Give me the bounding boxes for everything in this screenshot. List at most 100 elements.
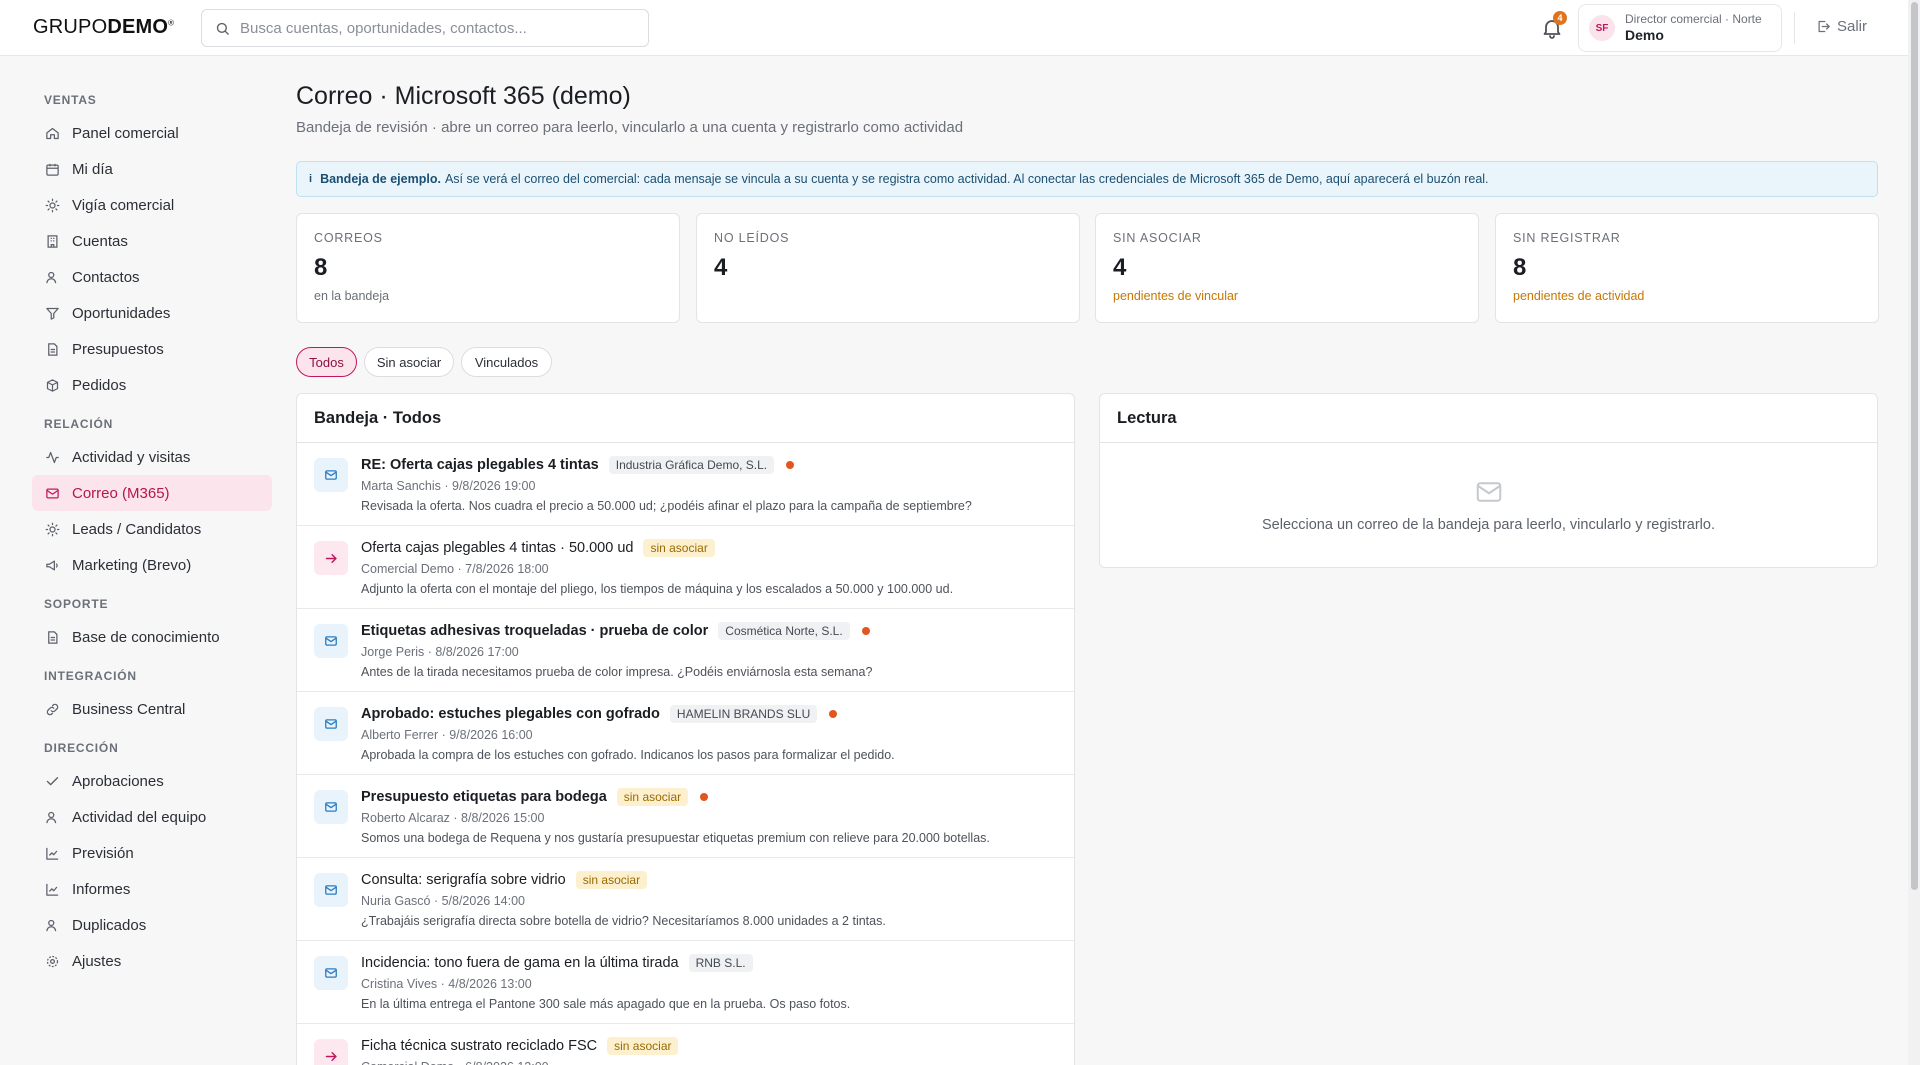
- link-icon: [44, 701, 60, 717]
- sidebar-item-marketing-brevo[interactable]: Marketing (Brevo): [32, 547, 272, 583]
- inbox-title: Bandeja · Todos: [297, 394, 1074, 443]
- arrow-right-icon: [314, 1039, 348, 1065]
- mail-account-tag: HAMELIN BRANDS SLU: [669, 705, 818, 723]
- stat-value: 8: [314, 254, 328, 281]
- unread-dot: [829, 710, 838, 718]
- stat-note: en la bandeja: [314, 289, 390, 303]
- mail-preview: En la última entrega el Pantone 300 sale…: [361, 997, 851, 1011]
- stat-card-sin-asociar: SIN ASOCIAR 4 pendientes de vincular: [1095, 213, 1479, 323]
- sidebar-item-ajustes[interactable]: Ajustes: [32, 943, 272, 979]
- sidebar-item-leads[interactable]: Leads / Candidatos: [32, 511, 272, 547]
- gear-icon: [44, 953, 60, 969]
- nav-section-relacion: RELACIÓN: [44, 417, 114, 431]
- nav-section-ventas: VENTAS: [44, 93, 97, 107]
- sidebar: VENTAS Panel comercial Mi día Vigía come…: [0, 57, 282, 1065]
- mail-subject-row: Aprobado: estuches plegables con gofrado…: [361, 705, 838, 723]
- scrollbar-thumb[interactable]: [1911, 2, 1918, 890]
- mail-icon: [314, 790, 348, 824]
- mail-subject-row: Presupuesto etiquetas para bodega sin aso…: [361, 788, 709, 806]
- mail-subject: RE: Oferta cajas plegables 4 tintas: [361, 457, 599, 473]
- mail-icon: [1476, 482, 1501, 502]
- mail-subject-row: Etiquetas adhesivas troqueladas · prueba…: [361, 622, 870, 640]
- sidebar-item-business-central[interactable]: Business Central: [32, 691, 272, 727]
- mail-icon: [314, 458, 348, 492]
- logout-label: Salir: [1837, 18, 1868, 35]
- mail-account-tag: RNB S.L.: [688, 954, 753, 972]
- notice-text: Así se verá el correo del comercial: cad…: [444, 172, 1489, 186]
- page-subtitle: Bandeja de revisión · abre un correo par…: [296, 119, 964, 136]
- logout-button[interactable]: Salir: [1816, 18, 1867, 35]
- mail-icon: [314, 956, 348, 990]
- sidebar-item-correo-m365[interactable]: Correo (M365): [32, 475, 272, 511]
- mail-subject: Presupuesto etiquetas para bodega: [361, 789, 607, 805]
- page-scrollbar[interactable]: [1908, 0, 1920, 1065]
- reading-title: Lectura: [1100, 394, 1877, 443]
- sidebar-item-actividad-equipo[interactable]: Actividad del equipo: [32, 799, 272, 835]
- sidebar-item-label: Vigía comercial: [72, 196, 175, 214]
- mail-row[interactable]: Ficha técnica sustrato reciclado FSC sin …: [297, 1024, 1074, 1065]
- filter-sin-asociar[interactable]: Sin asociar: [364, 347, 454, 377]
- filter-vinculados[interactable]: Vinculados: [461, 347, 552, 377]
- user-icon: [44, 809, 60, 825]
- sidebar-item-aprobaciones[interactable]: Aprobaciones: [32, 763, 272, 799]
- mail-meta: Jorge Peris · 8/8/2026 17:00: [361, 645, 519, 659]
- sidebar-item-informes[interactable]: Informes: [32, 871, 272, 907]
- mail-meta: Comercial Demo · 7/8/2026 18:00: [361, 562, 549, 576]
- chart-icon: [44, 845, 60, 861]
- filter-todos[interactable]: Todos: [296, 347, 357, 377]
- mail-subject: Aprobado: estuches plegables con gofrado: [361, 706, 660, 722]
- check-icon: [44, 773, 60, 789]
- sidebar-item-presupuestos[interactable]: Presupuestos: [32, 331, 272, 367]
- mail-subject-row: Incidencia: tono fuera de gama en la últ…: [361, 954, 753, 972]
- sidebar-item-label: Business Central: [72, 700, 186, 718]
- unread-dot: [861, 627, 870, 635]
- mail-preview: Adjunto la oferta con el montaje del pli…: [361, 582, 954, 596]
- sidebar-item-label: Cuentas: [72, 232, 128, 250]
- stat-label: CORREOS: [314, 231, 383, 245]
- sidebar-item-cuentas[interactable]: Cuentas: [32, 223, 272, 259]
- mail-preview: Somos una bodega de Requena y nos gustar…: [361, 831, 990, 845]
- stat-card-correos: CORREOS 8 en la bandeja: [296, 213, 680, 323]
- mail-row[interactable]: Presupuesto etiquetas para bodega sin aso…: [297, 775, 1074, 858]
- sidebar-item-label: Base de conocimiento: [72, 628, 220, 646]
- sidebar-item-oportunidades[interactable]: Oportunidades: [32, 295, 272, 331]
- stat-label: NO LEÍDOS: [714, 231, 790, 245]
- mail-row[interactable]: Oferta cajas plegables 4 tintas · 50.000…: [297, 526, 1074, 609]
- sidebar-item-label: Actividad del equipo: [72, 808, 207, 826]
- sun-icon: [44, 197, 60, 213]
- search-input[interactable]: [240, 19, 648, 37]
- mail-row[interactable]: Aprobado: estuches plegables con gofrado…: [297, 692, 1074, 775]
- nav-section-direccion: DIRECCIÓN: [44, 741, 119, 755]
- user-menu[interactable]: SF Director comercial · Norte Demo: [1578, 4, 1782, 52]
- sidebar-item-mi-dia[interactable]: Mi día: [32, 151, 272, 187]
- sidebar-item-duplicados[interactable]: Duplicados: [32, 907, 272, 943]
- sidebar-item-prevision[interactable]: Previsión: [32, 835, 272, 871]
- unread-dot: [786, 461, 795, 469]
- sidebar-item-panel-comercial[interactable]: Panel comercial: [32, 115, 272, 151]
- mail-row[interactable]: Consulta: serigrafía sobre vidrio sin aso…: [297, 858, 1074, 941]
- mail-account-tag: sin asociar: [616, 788, 689, 806]
- mail-list: RE: Oferta cajas plegables 4 tintas Indus…: [297, 443, 1074, 1065]
- mail-account-tag: Cosmética Norte, S.L.: [718, 622, 850, 640]
- user-name: Demo: [1625, 26, 1664, 43]
- sidebar-item-actividad-visitas[interactable]: Actividad y visitas: [32, 439, 272, 475]
- mail-subject: Etiquetas adhesivas troqueladas · prueba…: [361, 623, 709, 639]
- brand-bold: DEMO: [107, 16, 169, 38]
- sidebar-item-pedidos[interactable]: Pedidos: [32, 367, 272, 403]
- box-icon: [44, 377, 60, 393]
- sidebar-item-vigia-comercial[interactable]: Vigía comercial: [32, 187, 272, 223]
- inbox-panel: Bandeja · Todos RE: Oferta cajas plegabl…: [296, 393, 1075, 1065]
- sidebar-item-base-conocimiento[interactable]: Base de conocimiento: [32, 619, 272, 655]
- mail-row[interactable]: RE: Oferta cajas plegables 4 tintas Indus…: [297, 443, 1074, 526]
- brand-logo[interactable]: GRUPODEMO®: [33, 16, 174, 39]
- stat-card-sin-registrar: SIN REGISTRAR 8 pendientes de actividad: [1495, 213, 1879, 323]
- mail-row[interactable]: Incidencia: tono fuera de gama en la últ…: [297, 941, 1074, 1024]
- chart-icon: [44, 881, 60, 897]
- mail-preview: Revisada la oferta. Nos cuadra el precio…: [361, 499, 972, 513]
- sidebar-item-contactos[interactable]: Contactos: [32, 259, 272, 295]
- mail-meta: Cristina Vives · 4/8/2026 13:00: [361, 977, 532, 991]
- mail-subject-row: Ficha técnica sustrato reciclado FSC sin …: [361, 1037, 679, 1055]
- mail-subject: Consulta: serigrafía sobre vidrio: [361, 872, 566, 888]
- user-icon: [44, 269, 60, 285]
- mail-row[interactable]: Etiquetas adhesivas troqueladas · prueba…: [297, 609, 1074, 692]
